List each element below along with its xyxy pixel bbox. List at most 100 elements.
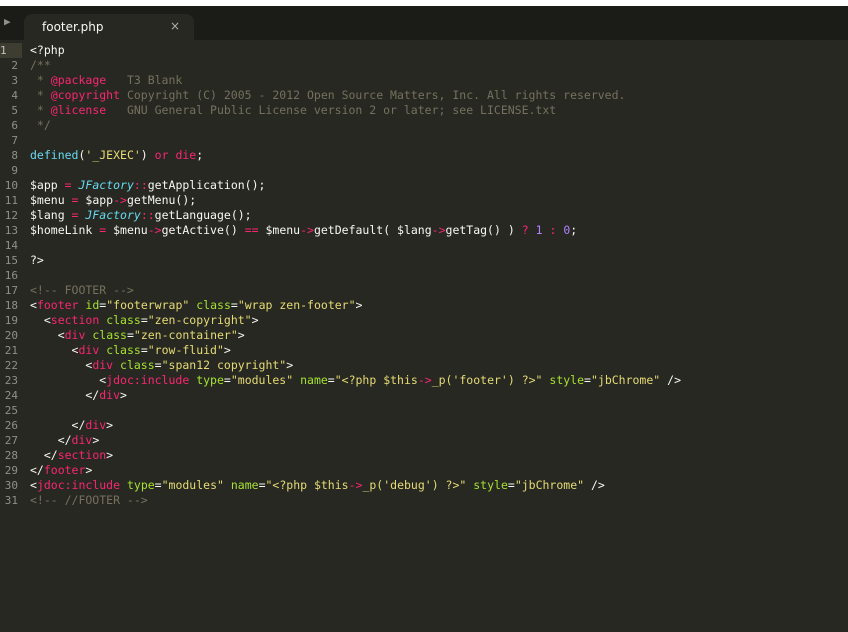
code-token: section xyxy=(50,313,100,327)
line-number: 9 xyxy=(11,164,18,177)
code-line[interactable]: 28 </section> xyxy=(0,448,848,463)
code-line[interactable]: 26 </div> xyxy=(0,418,848,433)
code-token: -> xyxy=(417,373,432,387)
code-line[interactable]: 30 <jdoc:include type="modules" name="<?p… xyxy=(0,478,848,493)
line-number: 26 xyxy=(4,419,18,432)
code-token: * xyxy=(30,103,51,117)
code-line[interactable]: 29 </footer> xyxy=(0,463,848,478)
code-line[interactable]: 12 $lang = JFactory::getLanguage(); xyxy=(0,208,848,223)
code-token: -> xyxy=(348,478,363,492)
line-number: 6 xyxy=(11,119,18,132)
sidebar-toggle-icon[interactable]: ▶ xyxy=(4,16,11,28)
code-token: footer xyxy=(43,463,86,477)
line-number: 11 xyxy=(4,194,18,207)
code-token: == xyxy=(244,223,259,237)
code-line[interactable]: 20 <div class="zen-container"> xyxy=(0,328,848,343)
code-line[interactable]: 15 ?> xyxy=(0,253,848,268)
code-token: name xyxy=(300,373,328,387)
code-token: -> xyxy=(147,223,162,237)
line-number: 8 xyxy=(11,149,18,162)
code-token: id xyxy=(85,298,100,312)
code-line[interactable]: 5 * @license GNU General Public License … xyxy=(0,103,848,118)
code-line[interactable]: 22 <div class="span12 copyright"> xyxy=(0,358,848,373)
code-text: $menu = $app->getMenu(); xyxy=(30,193,196,208)
code-text: <!-- //FOOTER --> xyxy=(30,493,148,508)
code-token: /> xyxy=(584,478,605,492)
code-line[interactable]: 21 <div class="row-fluid"> xyxy=(0,343,848,358)
code-token: < xyxy=(30,328,65,342)
code-line[interactable]: 17 <!-- FOOTER --> xyxy=(0,283,848,298)
code-token: </ xyxy=(30,463,44,477)
code-line[interactable]: 9 xyxy=(0,163,848,178)
code-token: "zen-container" xyxy=(133,328,238,342)
code-token: name xyxy=(230,478,259,492)
code-text: ?> xyxy=(30,253,44,268)
code-token: > xyxy=(286,358,294,372)
code-line[interactable]: 18 <footer id="footerwrap" class="wrap ze… xyxy=(0,298,848,313)
code-text: <div class="zen-container"> xyxy=(30,328,245,343)
code-token: section xyxy=(57,448,107,462)
code-line[interactable]: 13 $homeLink = $menu->getActive() == $men… xyxy=(0,223,848,238)
code-token: </ xyxy=(30,433,72,447)
code-text: defined('_JEXEC') or die; xyxy=(30,148,203,163)
code-token: "<?php $this xyxy=(334,373,418,387)
code-editor[interactable]: 1 <?php 2/** 3 * @package T3 Blank 4 * @copy… xyxy=(0,40,848,632)
code-token: "jbChrome" xyxy=(590,373,661,387)
close-icon[interactable]: × xyxy=(170,19,180,33)
code-line[interactable]: 19 <section class="zen-copyright"> xyxy=(0,313,848,328)
code-line[interactable]: 4 * @copyright Copyright (C) 2005 - 2012… xyxy=(0,88,848,103)
line-number: 22 xyxy=(4,359,18,372)
code-line[interactable]: 3 * @package T3 Blank xyxy=(0,73,848,88)
code-token: > xyxy=(251,313,259,327)
code-token: * xyxy=(30,73,51,87)
code-line[interactable]: 16 xyxy=(0,268,848,283)
code-text: <jdoc:include type="modules" name="<?php… xyxy=(30,373,681,388)
code-line[interactable]: 2 /** xyxy=(0,58,848,73)
code-line[interactable]: 25 xyxy=(0,403,848,418)
code-token: or xyxy=(154,148,169,162)
code-token: GNU General Public License version 2 or … xyxy=(106,103,557,117)
code-token: < xyxy=(30,373,107,387)
code-token: "row-fluid" xyxy=(147,343,224,357)
code-text: </div> xyxy=(30,388,127,403)
code-line[interactable]: 7 xyxy=(0,133,848,148)
code-token: 1 xyxy=(535,223,543,237)
code-token: :: xyxy=(133,178,148,192)
code-token: $app xyxy=(30,178,65,192)
code-line[interactable]: 10 $app = JFactory::getApplication(); xyxy=(0,178,848,193)
code-token: -> xyxy=(113,193,127,207)
tab-footer-php[interactable]: footer.php × xyxy=(24,14,194,40)
code-token: _p('footer') ?>" xyxy=(431,373,543,387)
code-line[interactable]: 31 <!-- //FOOTER --> xyxy=(0,493,848,508)
code-line[interactable]: 1 <?php xyxy=(0,43,848,58)
code-line[interactable]: 24 </div> xyxy=(0,388,848,403)
code-line[interactable]: 14 xyxy=(0,238,848,253)
line-number: 16 xyxy=(4,269,18,282)
line-number: 24 xyxy=(4,389,18,402)
code-token: = xyxy=(507,478,515,492)
code-line[interactable]: 27 </div> xyxy=(0,433,848,448)
code-line[interactable]: 11 $menu = $app->getMenu(); xyxy=(0,193,848,208)
line-number: 13 xyxy=(4,224,18,237)
line-number: 27 xyxy=(4,434,18,447)
code-text: $homeLink = $menu->getActive() == $menu-… xyxy=(30,223,577,238)
code-token: ?> xyxy=(30,253,44,267)
code-token: > xyxy=(355,298,363,312)
code-token: div xyxy=(85,418,107,432)
code-line[interactable]: 23 <jdoc:include type="modules" name="<?… xyxy=(0,373,848,388)
line-number: 7 xyxy=(11,134,18,147)
code-line[interactable]: 8 defined('_JEXEC') or die; xyxy=(0,148,848,163)
code-token: < xyxy=(30,343,79,357)
code-token: <!-- //FOOTER --> xyxy=(30,493,148,507)
code-token: "<?php $this xyxy=(265,478,349,492)
code-token: */ xyxy=(30,118,51,132)
code-token: "footerwrap" xyxy=(106,298,190,312)
line-number: 31 xyxy=(4,494,18,507)
code-token: "zen-copyright" xyxy=(147,313,252,327)
tab-label: footer.php xyxy=(42,20,104,34)
line-number: 21 xyxy=(4,344,18,357)
code-line[interactable]: 6 */ xyxy=(0,118,848,133)
tab-bar: ▶ footer.php × xyxy=(0,6,848,40)
